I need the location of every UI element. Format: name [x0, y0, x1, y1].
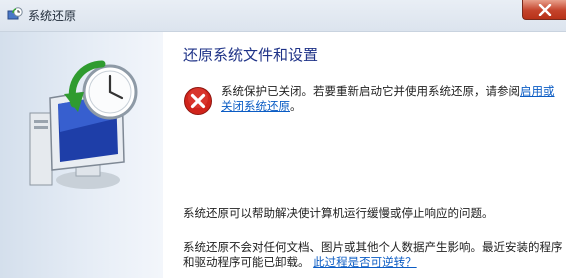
- info-paragraph: 系统还原不会对任何文档、图片或其他个人数据产生影响。最近安装的程序和驱动程序可能…: [183, 240, 563, 270]
- description-paragraph: 系统还原可以帮助解决使计算机运行缓慢或停止响应的问题。: [183, 206, 494, 220]
- window-title: 系统还原: [28, 9, 77, 23]
- page-title: 还原系统文件和设置: [183, 46, 319, 64]
- error-text: 系统保护已关闭。若要重新启动它并使用系统还原，请参阅: [221, 84, 520, 98]
- close-icon: [538, 4, 552, 16]
- error-icon: [183, 86, 213, 120]
- computer-clock-restore-illustration: [29, 60, 138, 189]
- is-process-reversible-link[interactable]: 此过程是否可逆转？: [313, 255, 417, 269]
- system-restore-icon: [7, 7, 23, 23]
- title-bar[interactable]: 系统还原: [0, 0, 566, 32]
- system-restore-window: 系统还原 还原系统文件和设置 系统保护已关闭。若要重新启动它并使用系统还原，请参…: [0, 0, 566, 278]
- close-button[interactable]: [522, 0, 566, 20]
- error-text-end: 。: [290, 99, 302, 113]
- error-message: 系统保护已关闭。若要重新启动它并使用系统还原，请参阅启用或关闭系统还原。: [221, 84, 561, 114]
- sidebar-panel: [0, 32, 163, 278]
